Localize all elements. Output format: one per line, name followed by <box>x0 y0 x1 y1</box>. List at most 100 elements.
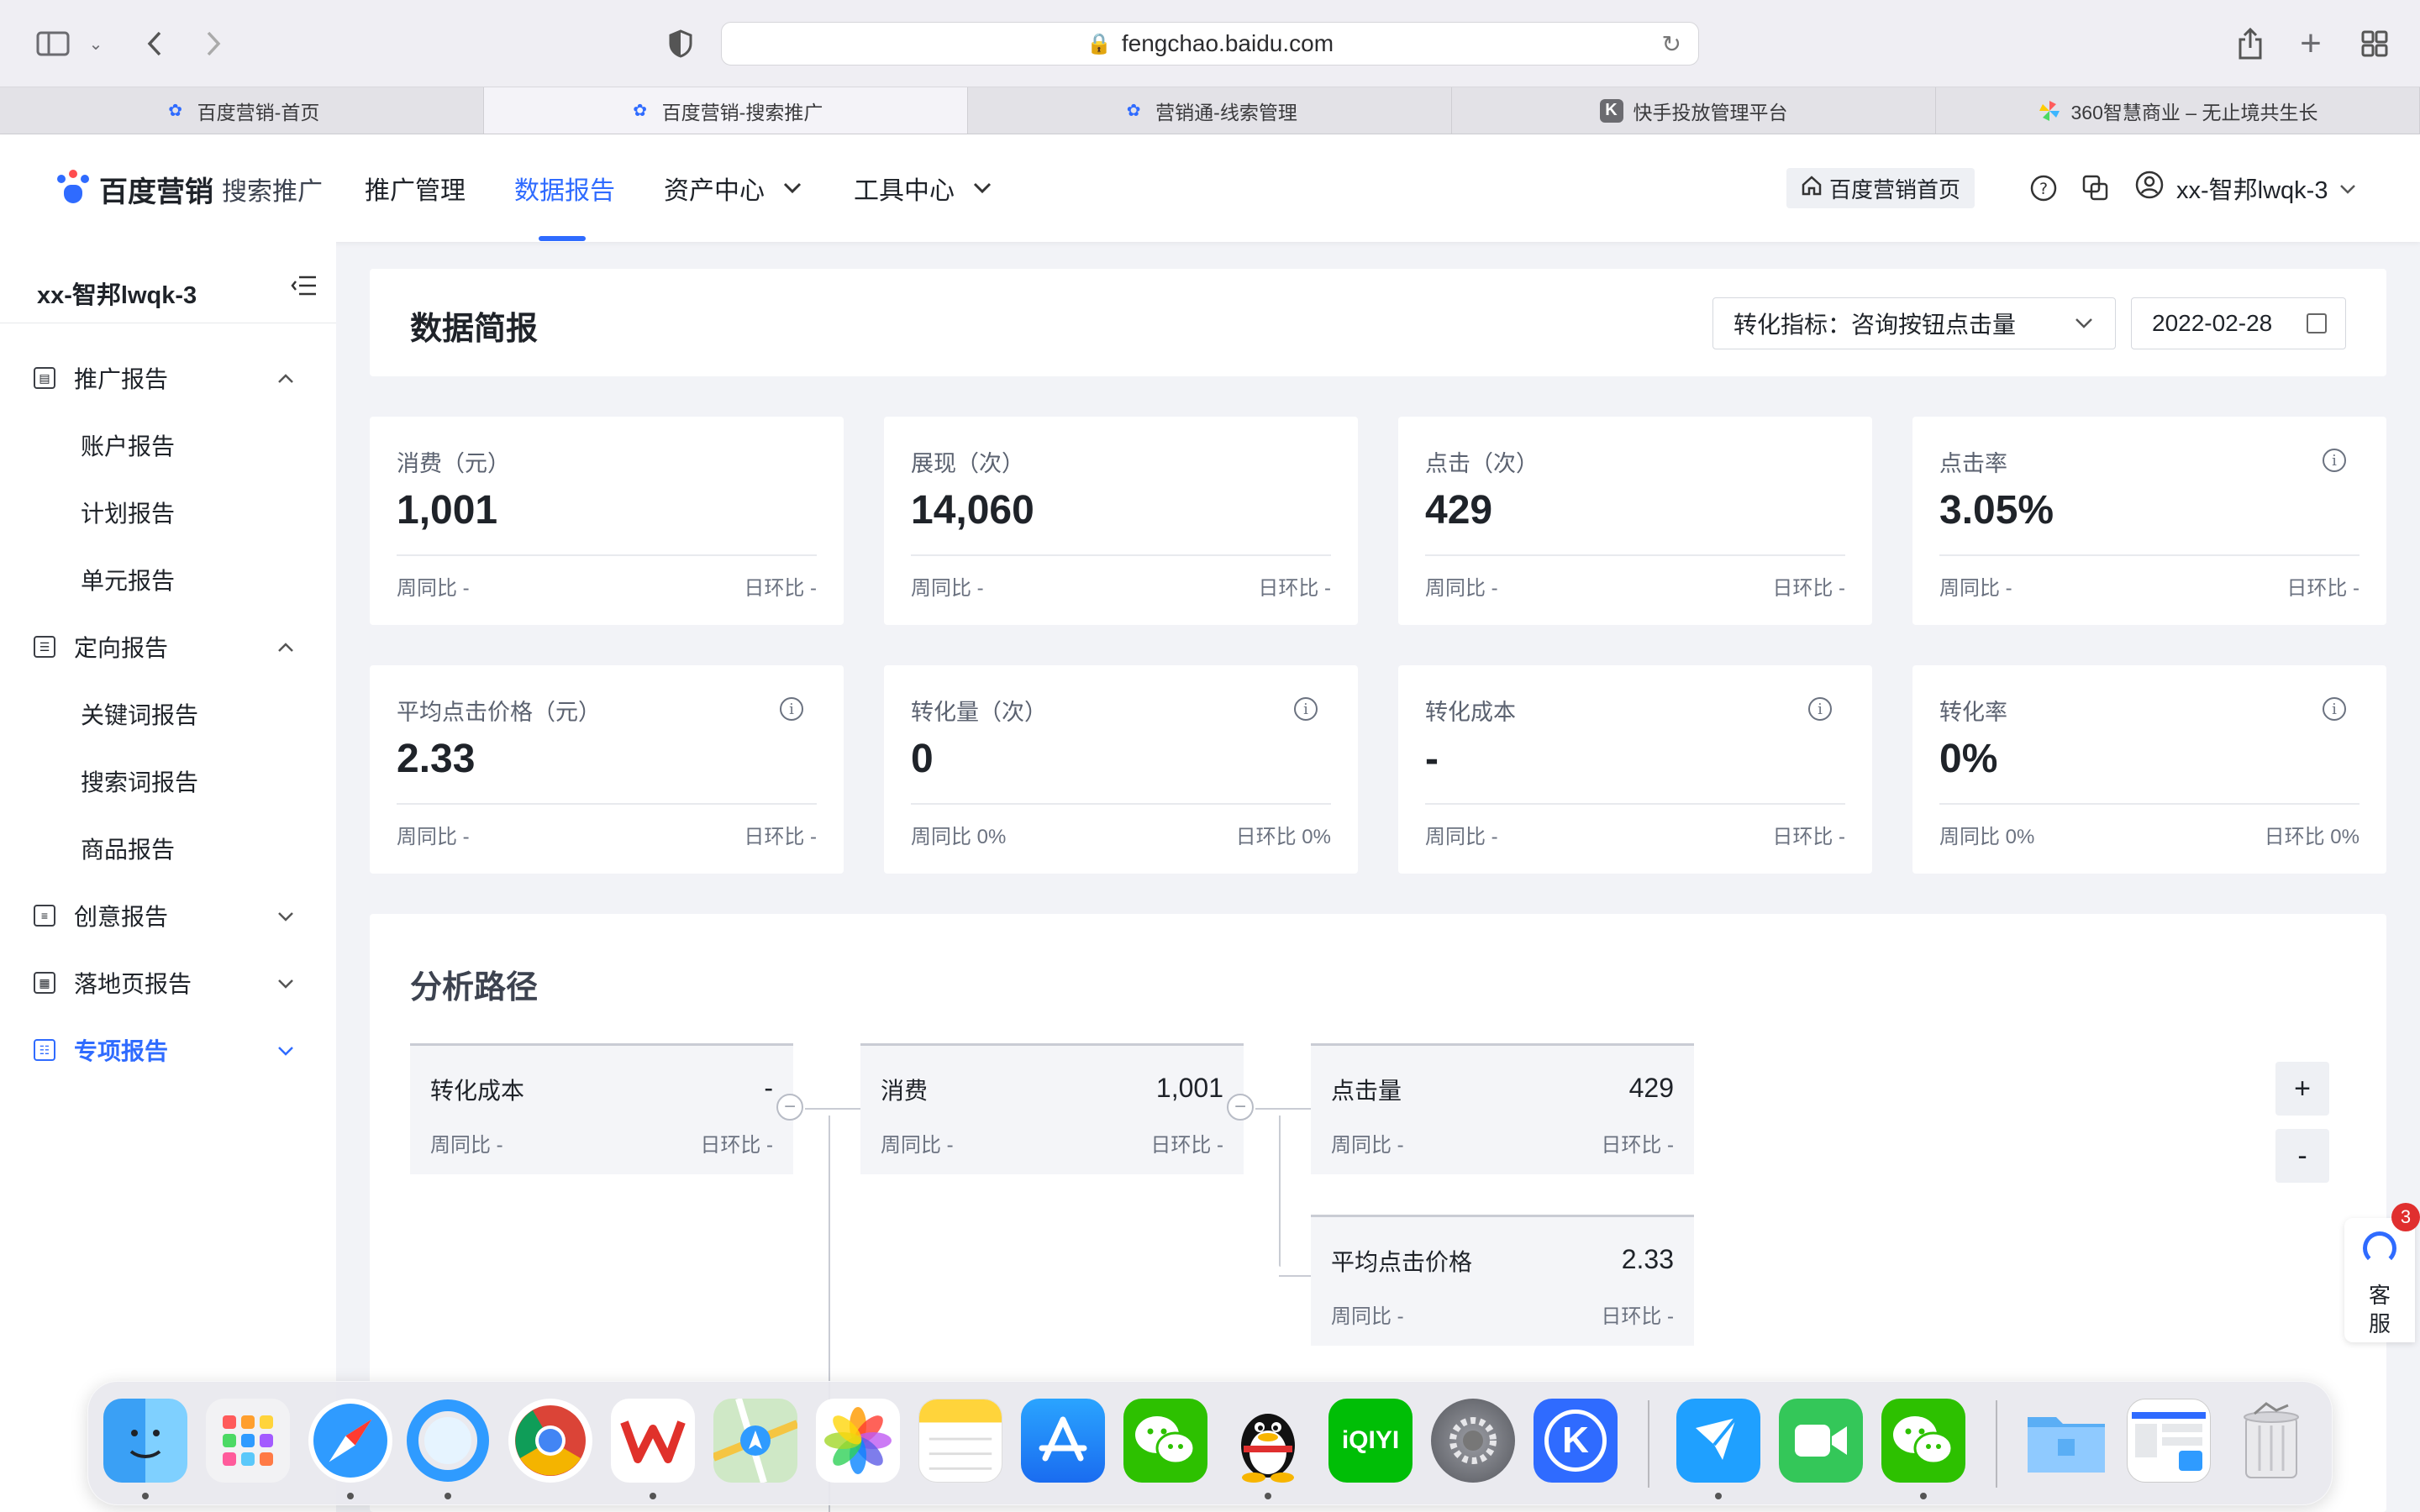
wps-icon[interactable] <box>611 1399 695 1483</box>
notes-icon[interactable] <box>918 1399 1002 1483</box>
browser-toolbar: ⌄ 🔒 fengchao.baidu.com ↻ + <box>0 0 2420 87</box>
sidebar-group-creative-report[interactable]: ≡ 创意报告 <box>34 895 293 936</box>
dock-separator <box>1648 1400 1649 1488</box>
collapse-menu-icon[interactable] <box>291 272 318 305</box>
marketing-home-button[interactable]: 百度营销首页 <box>1786 168 1975 208</box>
stat-value: 429 <box>1425 488 1493 533</box>
date-picker[interactable]: 2022-02-28 <box>2131 297 2346 349</box>
sidebar-group-special-report[interactable]: ☷ 专项报告 <box>34 1030 293 1070</box>
user-menu[interactable]: xx-智邦lwqk-3 <box>2134 168 2356 208</box>
chrome-icon[interactable] <box>508 1399 592 1483</box>
launchpad-icon[interactable] <box>206 1399 290 1483</box>
finder-icon[interactable] <box>103 1399 187 1483</box>
sidebar-item-search-term-report[interactable]: 搜索词报告 <box>81 761 198 801</box>
home-icon <box>1801 175 1823 202</box>
path-node-cost[interactable]: 消费 1,001 周同比 - 日环比 - <box>860 1043 1244 1174</box>
system-preferences-icon[interactable] <box>1431 1399 1515 1483</box>
share-icon[interactable] <box>2233 22 2267 66</box>
day-over-day: 日环比 - <box>1601 1134 1674 1157</box>
info-icon[interactable]: i <box>2323 697 2346 721</box>
node-label: 消费 <box>881 1078 929 1104</box>
info-icon[interactable]: i <box>2323 449 2346 472</box>
day-over-day: 日环比 - <box>1772 577 1845 600</box>
kuaishou-k-icon[interactable]: K <box>1534 1399 1618 1483</box>
sidebar-item-plan-report[interactable]: 计划报告 <box>81 492 175 533</box>
home-button-label: 百度营销首页 <box>1828 176 1960 202</box>
stat-label: 点击率 <box>1939 451 2007 476</box>
photos-icon[interactable] <box>816 1399 900 1483</box>
downloads-folder-icon[interactable] <box>2024 1399 2108 1483</box>
date-value: 2022-02-28 <box>2152 310 2273 336</box>
page-title: 数据简报 <box>410 312 539 347</box>
maps-icon[interactable] <box>713 1399 797 1483</box>
back-icon[interactable] <box>139 22 170 66</box>
path-node-avg-cpc[interactable]: 平均点击价格 2.33 周同比 - 日环比 - <box>1311 1215 1694 1346</box>
wechat-icon[interactable] <box>1123 1399 1207 1483</box>
sidebar-item-product-report[interactable]: 商品报告 <box>81 828 175 869</box>
wechat-icon[interactable] <box>1881 1399 1965 1483</box>
running-indicator <box>1715 1493 1722 1499</box>
reload-icon[interactable]: ↻ <box>1662 30 1681 58</box>
week-over-week: 周同比 0% <box>1939 826 2035 848</box>
baidu-marketing-logo[interactable]: 百度营销 搜索推广 <box>54 170 323 208</box>
info-icon[interactable]: i <box>780 697 803 721</box>
tab-kuaishou[interactable]: K 快手投放管理平台 <box>1452 87 1936 134</box>
divider <box>911 554 1331 556</box>
safari-icon[interactable] <box>308 1399 392 1483</box>
tab-lead-management[interactable]: ✿ 营销通-线索管理 <box>968 87 1452 134</box>
facetime-icon[interactable] <box>1779 1399 1863 1483</box>
select-value: 转化指标：咨询按钮点击量 <box>1733 312 2017 338</box>
sidebar-group-landing-page-report[interactable]: ▦ 落地页报告 <box>34 963 293 1003</box>
tab-search-promotion[interactable]: ✿ 百度营销-搜索推广 <box>484 87 968 134</box>
tab-360[interactable]: 360智慧商业 – 无止境共生长 <box>1936 87 2420 134</box>
conversion-metric-select[interactable]: 转化指标：咨询按钮点击量 <box>1712 297 2116 349</box>
address-bar[interactable]: 🔒 fengchao.baidu.com ↻ <box>721 22 1699 66</box>
customer-service-button[interactable]: 客 服 <box>2344 1218 2415 1342</box>
zoom-out-button[interactable]: - <box>2275 1129 2329 1183</box>
sidebar-group-label: 创意报告 <box>74 904 169 930</box>
collapse-node-icon[interactable]: − <box>776 1094 803 1121</box>
url-text: fengchao.baidu.com <box>1121 30 1334 56</box>
help-icon[interactable]: ? <box>2027 171 2060 205</box>
day-over-day: 日环比 - <box>1258 577 1331 600</box>
collapse-node-icon[interactable]: − <box>1227 1094 1254 1121</box>
feishu-icon[interactable] <box>1676 1399 1760 1483</box>
sidebar-group-promotion-report[interactable]: ▤ 推广报告 <box>34 358 293 398</box>
sidebar: xx-智邦lwqk-3 ▤ 推广报告 账户报告 计划报告 单元报告 ☰ 定向报告… <box>0 242 336 1512</box>
qq-icon[interactable] <box>1226 1399 1310 1483</box>
nav-asset-center[interactable]: 资产中心 <box>664 168 802 208</box>
divider <box>1939 803 2360 805</box>
qq-browser-icon[interactable] <box>406 1399 490 1483</box>
active-nav-indicator <box>539 236 586 241</box>
nav-tool-center[interactable]: 工具中心 <box>854 168 992 208</box>
tab-label: 360智慧商业 – 无止境共生长 <box>2070 101 2318 123</box>
sidebar-toggle-icon[interactable] <box>34 22 72 66</box>
sidebar-item-keyword-report[interactable]: 关键词报告 <box>81 694 198 734</box>
iqiyi-icon[interactable]: iQIYI <box>1328 1399 1413 1483</box>
forward-icon[interactable] <box>198 22 229 66</box>
switch-account-icon[interactable] <box>2079 171 2112 205</box>
privacy-shield-icon[interactable] <box>664 22 697 66</box>
trash-icon[interactable] <box>2229 1399 2313 1483</box>
week-over-week: 周同比 - <box>1331 1305 1404 1328</box>
stat-value: 2.33 <box>397 737 476 781</box>
screenshot-stack-icon[interactable] <box>2127 1399 2211 1483</box>
stat-label: 消费（元） <box>397 451 510 476</box>
new-tab-icon[interactable]: + <box>2294 22 2328 66</box>
path-node-clicks[interactable]: 点击量 429 周同比 - 日环比 - <box>1311 1043 1694 1174</box>
info-icon[interactable]: i <box>1808 697 1832 721</box>
nav-data-report[interactable]: 数据报告 <box>514 168 615 208</box>
target-list-icon: ☰ <box>34 636 55 658</box>
sidebar-item-account-report[interactable]: 账户报告 <box>81 425 175 465</box>
tab-baidu-home[interactable]: ✿ 百度营销-首页 <box>0 87 484 134</box>
tab-overview-icon[interactable] <box>2358 22 2391 66</box>
path-node-conversion-cost[interactable]: 转化成本 - 周同比 - 日环比 - <box>410 1043 793 1174</box>
info-icon[interactable]: i <box>1294 697 1318 721</box>
zoom-in-button[interactable]: + <box>2275 1062 2329 1116</box>
sidebar-item-unit-report[interactable]: 单元报告 <box>81 559 175 600</box>
chevron-down-icon[interactable]: ⌄ <box>87 22 104 66</box>
stat-label: 转化成本 <box>1425 700 1516 725</box>
nav-promotion-management[interactable]: 推广管理 <box>365 168 466 208</box>
sidebar-group-targeting-report[interactable]: ☰ 定向报告 <box>34 627 293 667</box>
app-store-icon[interactable] <box>1021 1399 1105 1483</box>
